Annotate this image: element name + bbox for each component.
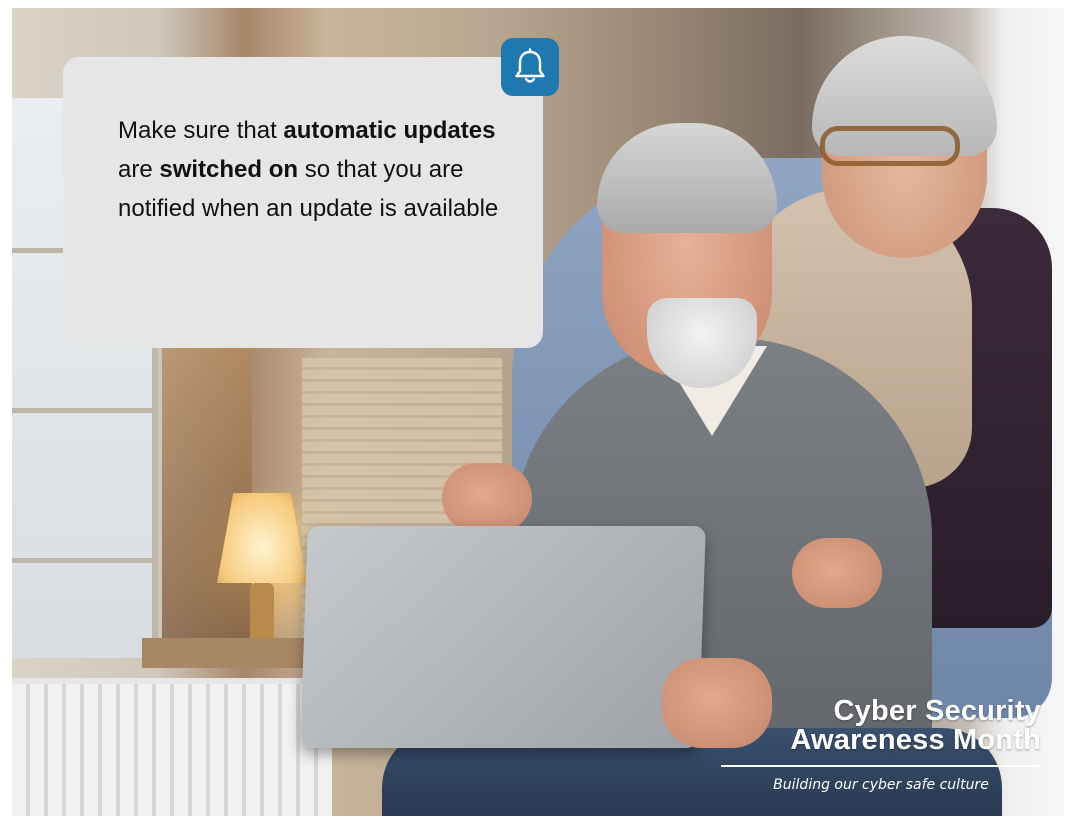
brand-tagline: Building our cyber safe culture xyxy=(773,777,989,793)
woman-glasses xyxy=(820,126,960,166)
bell-icon xyxy=(515,48,545,83)
woman-hand-left xyxy=(442,463,532,533)
brand-line-1: Cyber Security xyxy=(833,695,1041,727)
laptop xyxy=(300,526,706,748)
tip-segment: are xyxy=(118,156,160,183)
brand-line-2: Awareness Month xyxy=(790,724,1041,756)
tip-emphasis-switched-on: switched on xyxy=(159,156,299,183)
tip-emphasis-automatic-updates: automatic updates xyxy=(283,117,496,144)
tip-callout: Make sure that automatic updates are swi… xyxy=(63,57,543,348)
brand-divider xyxy=(721,765,1041,767)
campaign-logo: Cyber Security Awareness Month Building … xyxy=(721,697,1041,793)
radiator xyxy=(12,678,332,816)
notification-badge xyxy=(501,38,559,96)
lamp-base xyxy=(250,583,274,643)
tip-text: Make sure that automatic updates are swi… xyxy=(118,111,518,228)
woman-hand-right xyxy=(792,538,882,608)
tip-segment: Make sure that xyxy=(118,117,284,144)
